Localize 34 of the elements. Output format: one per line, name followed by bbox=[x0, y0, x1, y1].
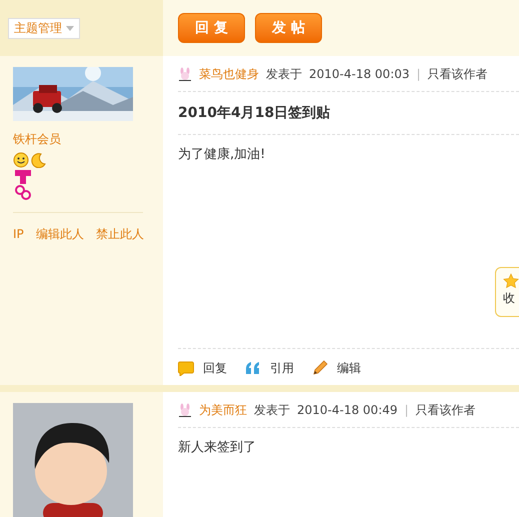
favorite-button[interactable]: 收 bbox=[495, 267, 519, 317]
post-body: 为了健康,加油! bbox=[178, 146, 266, 164]
speech-bubble-icon bbox=[178, 360, 194, 376]
admin-link[interactable]: 禁止此人 bbox=[96, 225, 144, 243]
posted-label: 发表于 bbox=[266, 66, 302, 82]
reply-button[interactable]: 回 复 bbox=[178, 13, 245, 43]
admin-link[interactable]: IP bbox=[13, 225, 24, 243]
medal-icon bbox=[13, 170, 33, 200]
only-author-link[interactable]: 只看该作者 bbox=[428, 64, 488, 82]
separator: | bbox=[416, 66, 421, 82]
author-name[interactable]: 为美而狂 bbox=[199, 400, 247, 418]
topic-manage-dropdown[interactable]: 主题管理 bbox=[8, 18, 80, 38]
post-date: 2010-4-18 00:49 bbox=[297, 402, 398, 418]
post-action-link[interactable]: 引用 bbox=[245, 359, 294, 377]
admin-link[interactable]: 编辑此人 bbox=[36, 225, 84, 243]
post-action-link[interactable]: 编辑 bbox=[312, 359, 361, 377]
posted-label: 发表于 bbox=[254, 402, 290, 418]
member-rank: 铁杆会员 bbox=[13, 131, 62, 148]
bunny-icon bbox=[178, 66, 192, 80]
post-title: 2010年4月18日签到贴 bbox=[178, 104, 330, 122]
caret-icon bbox=[66, 26, 74, 30]
star-icon bbox=[503, 273, 519, 289]
post-date: 2010-4-18 00:03 bbox=[309, 66, 410, 82]
quote-icon bbox=[245, 361, 261, 375]
separator: | bbox=[404, 402, 409, 418]
new-post-button[interactable]: 发 帖 bbox=[255, 13, 322, 43]
post-action-link[interactable]: 回复 bbox=[178, 359, 227, 377]
bunny-icon bbox=[178, 402, 192, 416]
smiley-icon bbox=[13, 152, 29, 168]
pencil-icon bbox=[312, 360, 328, 376]
post-body: 新人来签到了 bbox=[178, 439, 257, 457]
moon-icon bbox=[30, 152, 46, 168]
only-author-link[interactable]: 只看该作者 bbox=[416, 400, 476, 418]
author-name[interactable]: 菜鸟也健身 bbox=[199, 64, 259, 82]
